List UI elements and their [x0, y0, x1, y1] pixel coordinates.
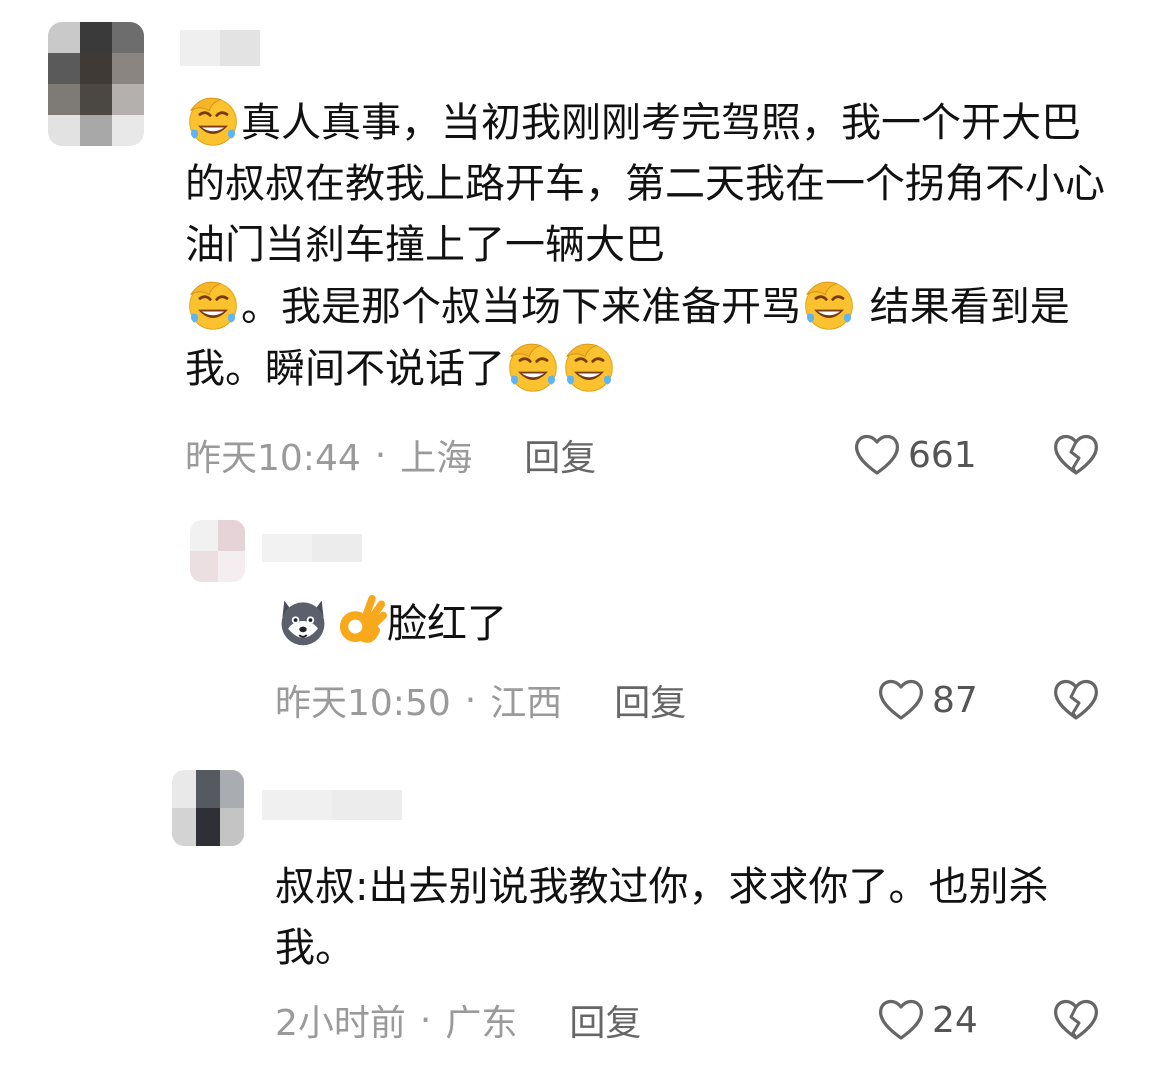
reply-button[interactable]: 回复: [569, 994, 641, 1046]
comment-text: 叔叔:出去别说我教过你，求求你了。也别杀我。: [275, 857, 1075, 979]
like-count: 661: [908, 434, 977, 476]
like-count: 87: [932, 679, 978, 721]
comment-item: 真人真事，当初我刚刚考完驾照，我一个开大巴的叔叔在教我上路开车，第二天我在一个拐…: [0, 0, 1159, 500]
facepalm-laugh-emoji: [801, 276, 857, 332]
username[interactable]: [262, 534, 362, 562]
heart-outline-icon: [852, 430, 902, 480]
ok-hand-emoji: [339, 594, 387, 643]
comment-text-part: 叔叔:出去别说我教过你，求求你了。也别杀我。: [275, 864, 1049, 971]
like-button[interactable]: 661: [852, 430, 977, 480]
location: 广东: [445, 1003, 518, 1044]
username[interactable]: [180, 30, 260, 66]
facepalm-laugh-emoji: [185, 92, 241, 148]
meta-separator: ·: [374, 434, 387, 476]
like-button[interactable]: 24: [876, 995, 978, 1045]
like-button[interactable]: 87: [876, 675, 978, 725]
location: 江西: [490, 683, 563, 724]
location: 上海: [400, 438, 473, 479]
broken-heart-icon[interactable]: [1051, 995, 1101, 1045]
heart-outline-icon: [876, 995, 926, 1045]
reply-comment-item: 脸红了 昨天10:50 · 江西 回复 87: [0, 500, 1159, 750]
timestamp: 2小时前: [275, 1003, 406, 1044]
reply-button[interactable]: 回复: [524, 429, 596, 481]
comment-meta: 2小时前 · 广东 回复: [275, 995, 641, 1045]
reply-comment-item: 叔叔:出去别说我教过你，求求你了。也别杀我。 2小时前 · 广东 回复 24: [0, 750, 1159, 1080]
broken-heart-icon[interactable]: [1051, 430, 1101, 480]
avatar[interactable]: [172, 770, 244, 846]
comment-text: 真人真事，当初我刚刚考完驾照，我一个开大巴的叔叔在教我上路开车，第二天我在一个拐…: [185, 92, 1110, 400]
reply-button[interactable]: 回复: [614, 674, 686, 726]
like-count: 24: [932, 999, 978, 1041]
meta-separator: ·: [464, 679, 477, 721]
facepalm-laugh-emoji: [505, 338, 561, 394]
comment-text-part: 真人真事，当初我刚刚考完驾照，我一个开大巴的叔叔在教我上路开车，第二天我在一个拐…: [185, 100, 1105, 268]
comment-meta: 昨天10:50 · 江西 回复: [275, 675, 686, 725]
comment-text-part: 。我是那个叔当场下来准备开骂: [241, 284, 801, 330]
broken-heart-icon[interactable]: [1051, 675, 1101, 725]
facepalm-laugh-emoji: [561, 338, 617, 394]
timestamp: 昨天10:44: [185, 438, 361, 479]
husky-dog-emoji: [281, 600, 325, 646]
facepalm-laugh-emoji: [185, 276, 241, 332]
username[interactable]: [262, 790, 402, 820]
heart-outline-icon: [876, 675, 926, 725]
comment-text-part: 脸红了: [387, 601, 507, 647]
avatar[interactable]: [190, 520, 245, 582]
comment-text: 脸红了: [275, 593, 1095, 655]
timestamp: 昨天10:50: [275, 683, 451, 724]
comment-meta: 昨天10:44 · 上海 回复: [185, 430, 596, 480]
avatar[interactable]: [48, 22, 144, 146]
meta-separator: ·: [419, 999, 432, 1041]
